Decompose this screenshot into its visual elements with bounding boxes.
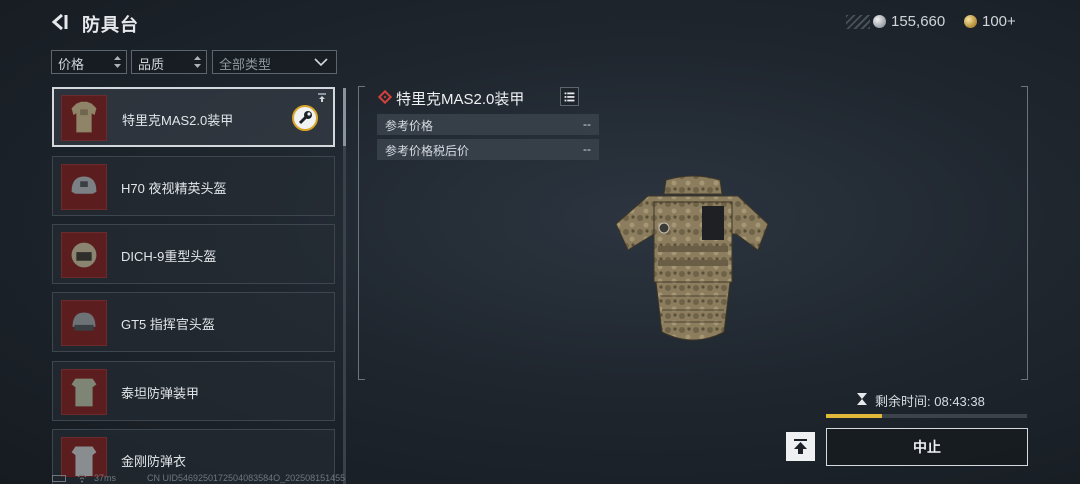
gold-coin-icon <box>964 15 977 28</box>
silver-amount: 155,660 <box>891 13 946 30</box>
helmet-icon <box>72 312 96 331</box>
item-thumbnail <box>61 437 107 477</box>
page-title: 防具台 <box>82 15 139 35</box>
craft-progress-bar <box>826 414 1027 418</box>
sort-arrows-icon <box>194 56 201 68</box>
arrow-up-to-bar-icon <box>794 439 807 454</box>
chevron-down-icon <box>314 58 328 67</box>
list-scrollbar[interactable] <box>343 88 346 484</box>
reference-price-row: 参考价格 -- <box>377 114 599 135</box>
item-thumbnail <box>61 164 107 210</box>
item-thumbnail <box>61 369 107 415</box>
vest-icon <box>71 446 97 476</box>
helmet-icon <box>71 176 97 194</box>
uid-text: CN UID5469250172504083584O_202508151455 <box>147 473 346 483</box>
item-name: H70 夜视精英头盔 <box>121 181 227 196</box>
silver-currency: 155,660 <box>873 13 945 30</box>
item-name: DICH-9重型头盔 <box>121 249 217 264</box>
reference-price-label: 参考价格 <box>385 119 434 133</box>
item-name: 金刚防弹衣 <box>121 454 187 469</box>
rarity-diamond-icon <box>377 89 393 105</box>
latency-text: 37ms <box>94 473 117 483</box>
pin-top-button[interactable] <box>786 432 815 461</box>
wifi-icon <box>77 474 87 483</box>
helmet-icon <box>71 242 97 268</box>
craft-progress-fill <box>826 414 883 418</box>
list-scrollbar-thumb[interactable] <box>343 88 346 146</box>
detail-frame-left <box>358 86 365 380</box>
item-thumbnail <box>61 232 107 278</box>
gold-amount: 100+ <box>982 13 1016 30</box>
list-icon <box>564 92 575 102</box>
gold-currency[interactable]: 100+ <box>964 13 1016 30</box>
vest-icon <box>71 378 97 407</box>
list-item-titan-armor[interactable]: 泰坦防弹装甲 <box>52 361 335 421</box>
after-tax-price-label: 参考价格税后价 <box>385 144 470 158</box>
sort-arrows-icon <box>114 56 121 68</box>
remaining-time-value: 08:43:38 <box>934 394 985 409</box>
stop-craft-button[interactable]: 中止 <box>826 428 1028 466</box>
hourglass-icon <box>857 393 867 405</box>
silver-coin-icon <box>873 15 886 28</box>
item-name: GT5 指挥官头盔 <box>121 317 215 332</box>
item-name: 特里克MAS2.0装甲 <box>122 113 234 128</box>
type-filter-label: 全部类型 <box>219 57 272 72</box>
item-thumbnail <box>61 300 107 346</box>
remaining-time-label: 剩余时间: <box>875 394 931 409</box>
quality-filter-label: 品质 <box>138 57 165 72</box>
reference-price-value: -- <box>583 117 591 131</box>
quality-sort-filter[interactable]: 品质 <box>131 50 207 74</box>
list-item-armor-mas20[interactable]: 特里克MAS2.0装甲 <box>52 87 335 147</box>
type-dropdown[interactable]: 全部类型 <box>212 50 337 74</box>
crafting-wrench-icon <box>292 105 318 131</box>
back-arrow-icon[interactable] <box>50 12 72 32</box>
battery-icon <box>52 475 66 482</box>
decorative-hatch <box>846 15 870 29</box>
item-thumbnail <box>61 95 107 141</box>
price-sort-filter[interactable]: 价格 <box>51 50 127 74</box>
pin-top-icon[interactable] <box>317 93 327 103</box>
detail-item-name: 特里克MAS2.0装甲 <box>396 91 525 108</box>
list-item-gt5-helmet[interactable]: GT5 指挥官头盔 <box>52 292 335 352</box>
detail-frame-right <box>1021 86 1028 380</box>
vest-icon <box>71 101 97 133</box>
list-item-h70-helmet[interactable]: H70 夜视精英头盔 <box>52 156 335 216</box>
price-filter-label: 价格 <box>58 57 85 72</box>
armor-model-image <box>615 175 769 341</box>
after-tax-price-row: 参考价格税后价 -- <box>377 139 599 160</box>
list-item-dich9-helmet[interactable]: DICH-9重型头盔 <box>52 224 335 284</box>
item-name: 泰坦防弹装甲 <box>121 386 200 401</box>
after-tax-price-value: -- <box>583 142 591 156</box>
remaining-time: 剩余时间: 08:43:38 <box>875 391 985 410</box>
details-list-button[interactable] <box>560 87 579 106</box>
